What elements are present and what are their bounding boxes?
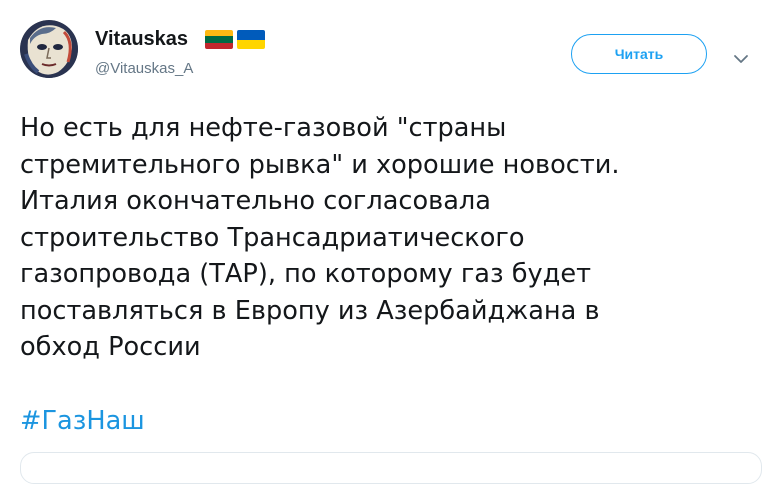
avatar[interactable] — [20, 20, 78, 78]
author-handle[interactable]: @Vitauskas_A — [95, 60, 193, 78]
author-name[interactable]: Vitauskas — [95, 27, 188, 51]
author-flags — [205, 30, 265, 49]
tweet-text: Но есть для нефте-газовой "страны стреми… — [20, 113, 620, 362]
follow-button[interactable]: Читать — [571, 34, 707, 74]
hashtag-link[interactable]: #ГазНаш — [20, 403, 145, 440]
media-card[interactable] — [20, 452, 762, 484]
lithuania-flag-icon — [205, 30, 233, 49]
chevron-down-icon[interactable] — [733, 50, 749, 63]
avatar-portrait-icon — [20, 20, 78, 78]
ukraine-flag-icon — [237, 30, 265, 49]
